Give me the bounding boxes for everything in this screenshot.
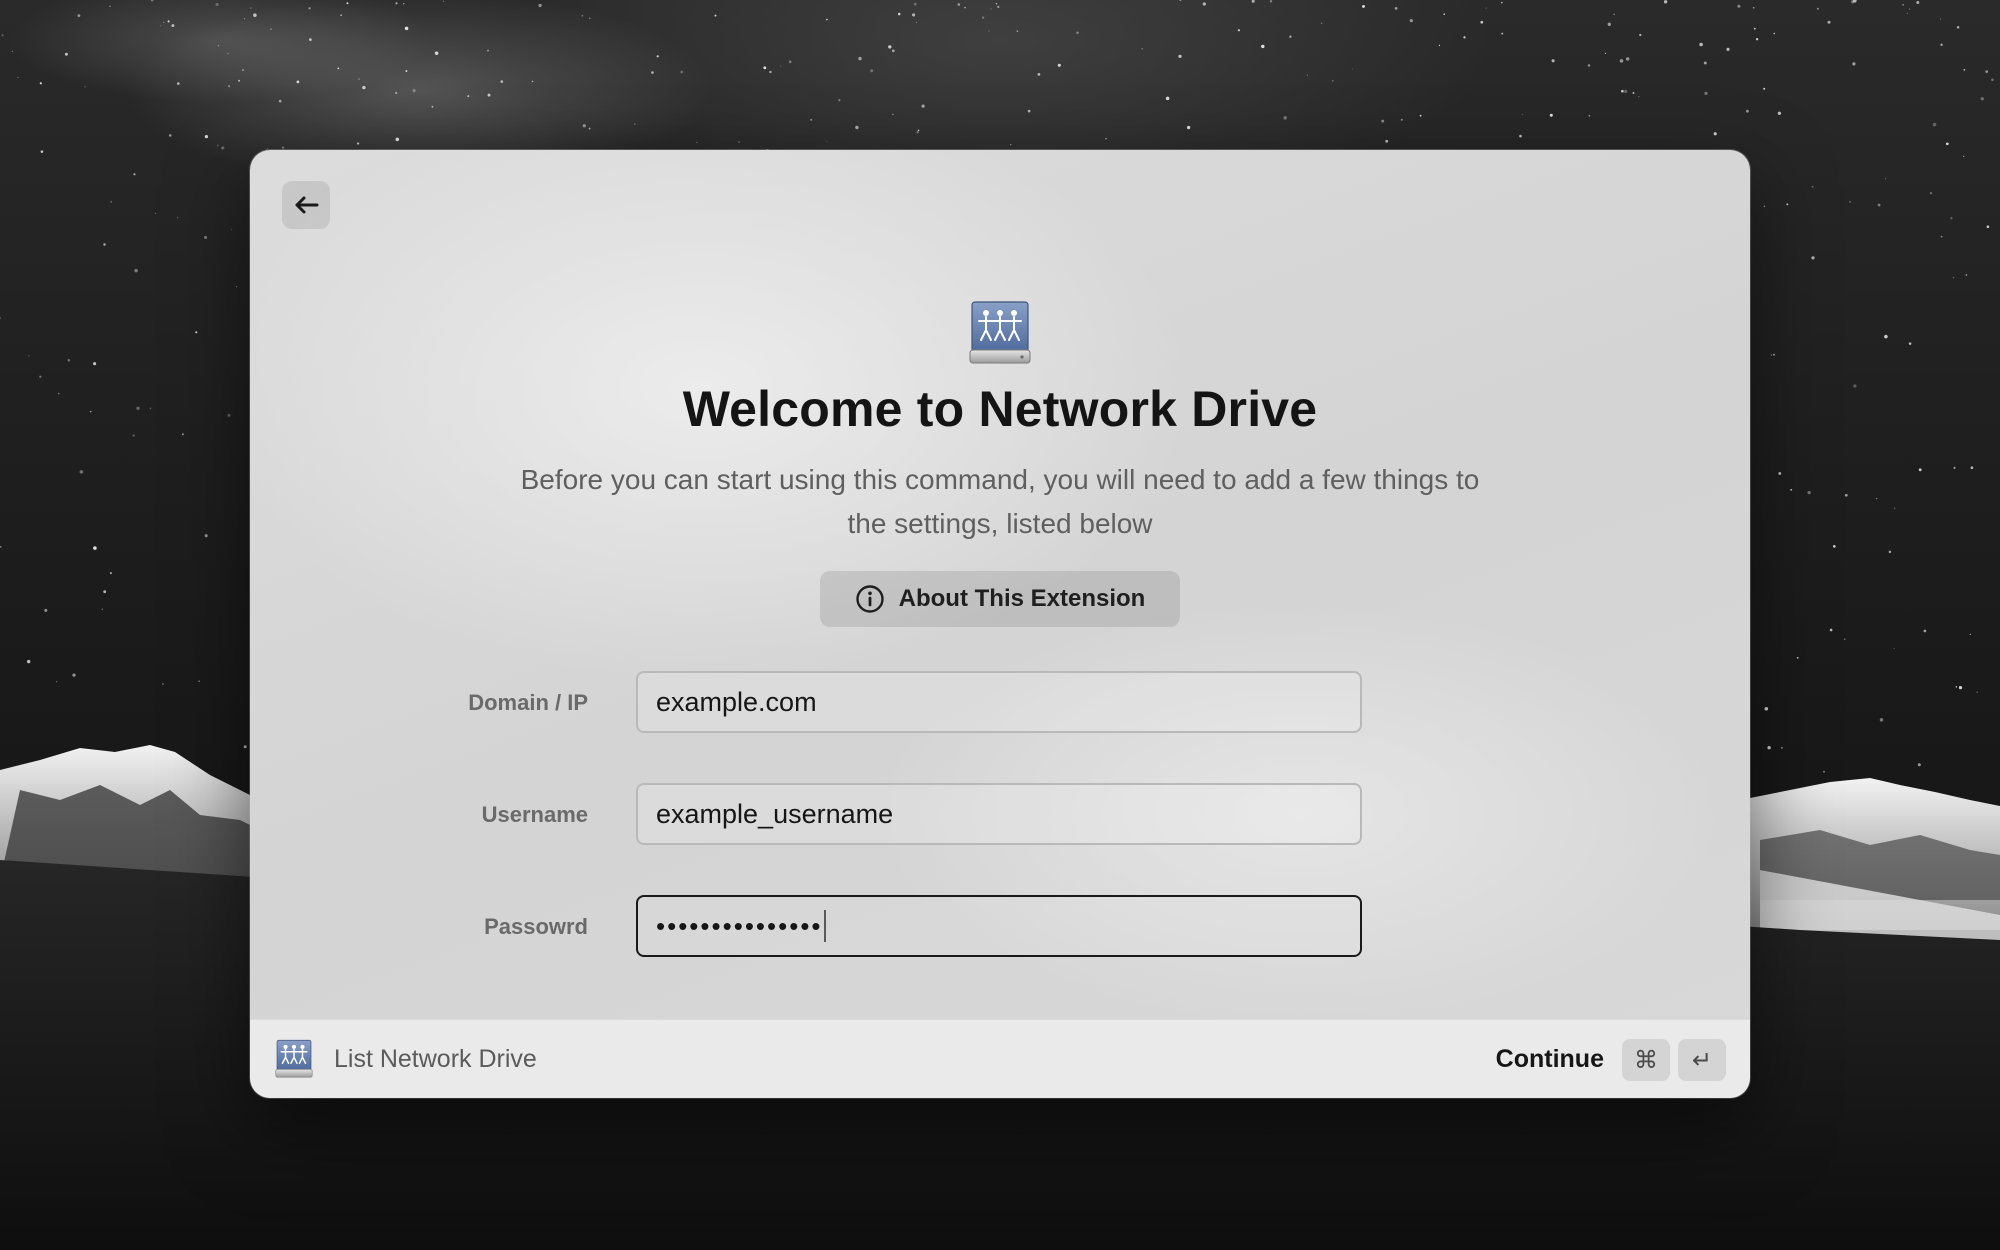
network-drive-icon: [275, 1039, 313, 1078]
info-icon: [855, 585, 884, 613]
action-bar: List Network Drive Continue ⌘ ↵: [250, 1019, 1750, 1098]
arrow-left-icon: [295, 196, 319, 214]
password-masked-value: •••••••••••••••: [656, 910, 823, 941]
password-input[interactable]: •••••••••••••••: [636, 895, 1362, 957]
return-key-icon: ↵: [1678, 1039, 1726, 1081]
password-row: Passowrd •••••••••••••••: [250, 895, 1750, 959]
about-extension-label: About This Extension: [898, 585, 1146, 612]
page-subtitle: Before you can start using this command,…: [520, 464, 1480, 539]
domain-row: Domain / IP example.com: [250, 671, 1750, 735]
page-title: Welcome to Network Drive: [682, 381, 1318, 437]
about-extension-button[interactable]: About This Extension: [820, 571, 1180, 627]
continue-button[interactable]: Continue: [1496, 1020, 1604, 1098]
desktop-background: Welcome to Network Drive Before you can …: [0, 0, 2000, 1250]
username-input[interactable]: example_username: [636, 783, 1362, 845]
username-row: Username example_username: [250, 783, 1750, 847]
text-caret: [823, 910, 826, 942]
command-key-icon: ⌘: [1622, 1039, 1670, 1081]
domain-input[interactable]: example.com: [636, 671, 1362, 733]
command-title: List Network Drive: [334, 1045, 537, 1073]
password-label: Passowrd: [484, 914, 588, 939]
extension-setup-window: Welcome to Network Drive Before you can …: [250, 150, 1750, 1098]
username-label: Username: [481, 802, 588, 827]
domain-label: Domain / IP: [468, 690, 588, 715]
back-button[interactable]: [282, 181, 330, 229]
network-drive-icon: [969, 301, 1031, 364]
domain-value: example.com: [656, 686, 817, 717]
username-value: example_username: [656, 798, 894, 829]
